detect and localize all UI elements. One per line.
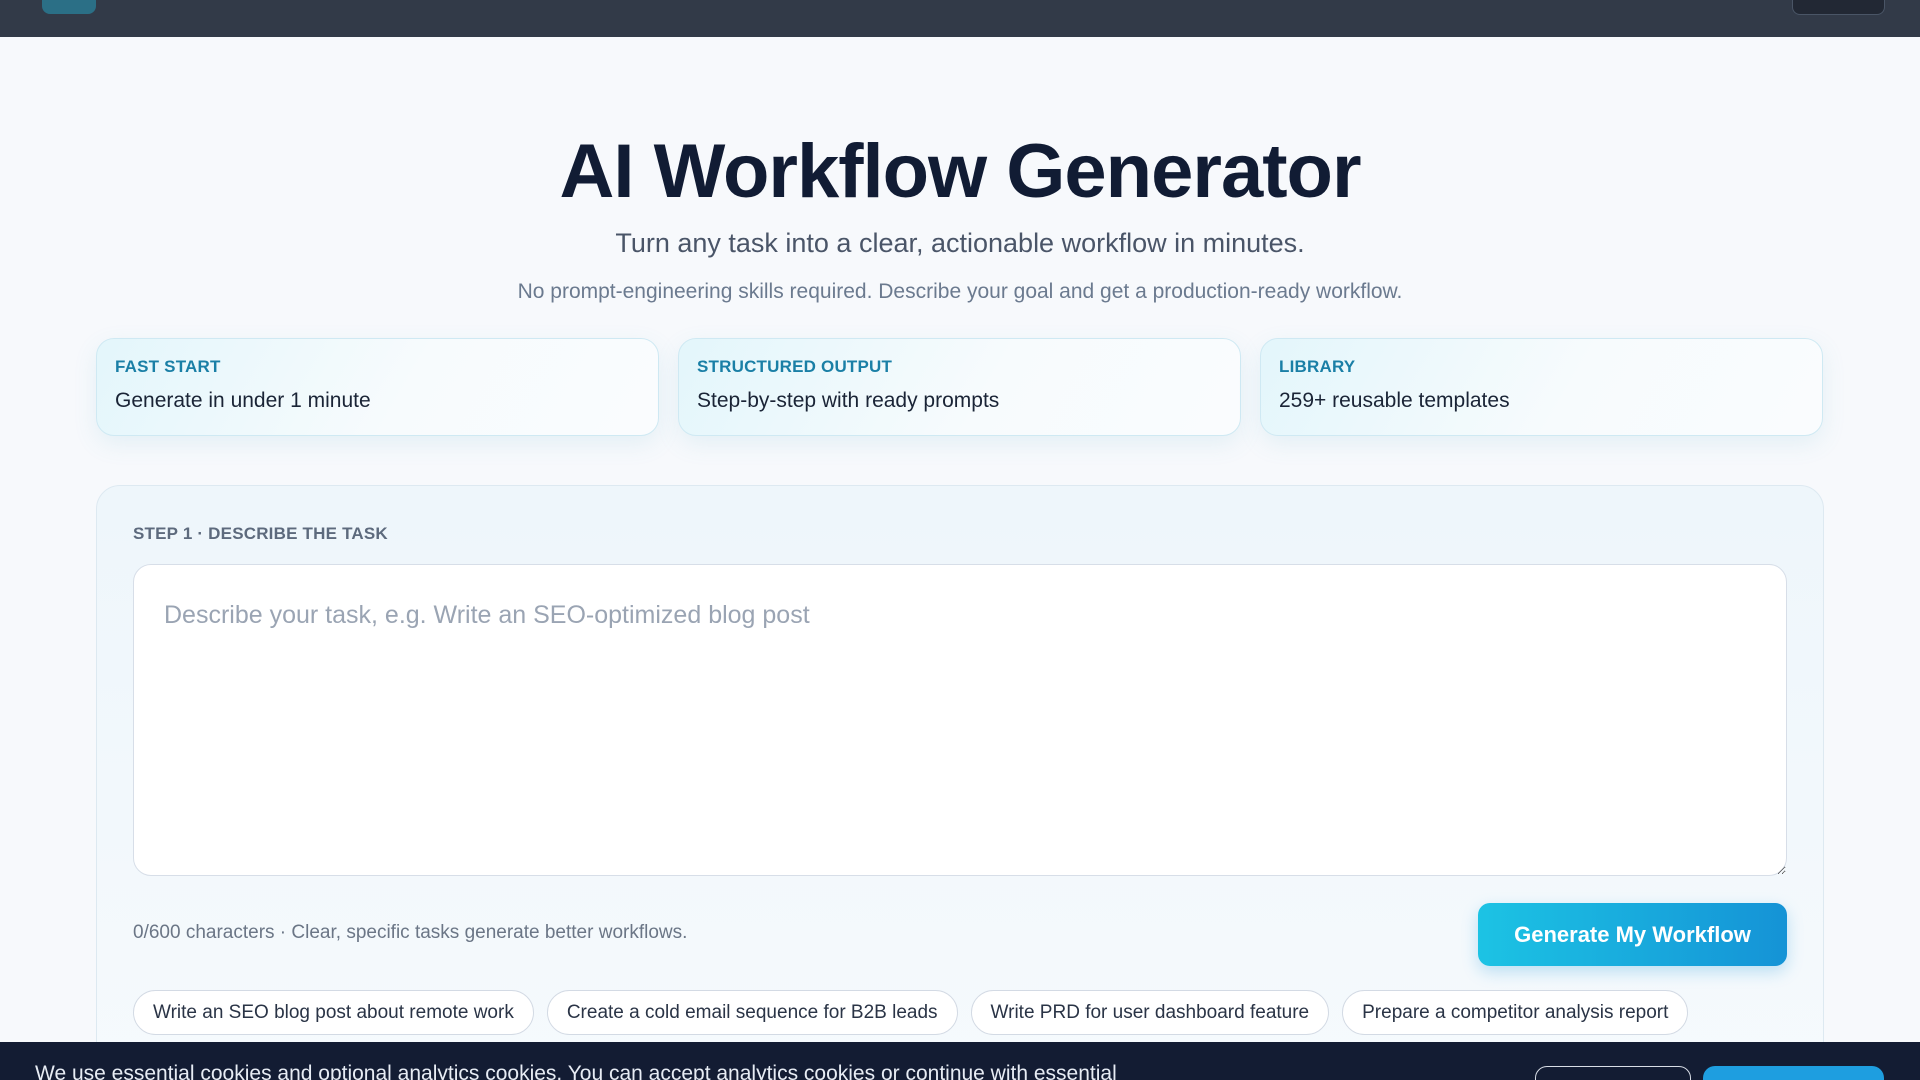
- cookie-essential-button[interactable]: [1535, 1066, 1691, 1080]
- feature-tag: FAST START: [115, 357, 221, 376]
- character-count-hint: 0/600 characters · Clear, specific tasks…: [133, 922, 688, 943]
- task-description-input[interactable]: [133, 564, 1787, 876]
- top-navigation-bar: [0, 0, 1920, 37]
- example-chip-prd[interactable]: Write PRD for user dashboard feature: [970, 990, 1330, 1035]
- cookie-accept-button[interactable]: [1703, 1066, 1884, 1080]
- step-label: STEP 1 · DESCRIBE THE TASK: [133, 524, 388, 543]
- example-chip-seo-blog[interactable]: Write an SEO blog post about remote work: [133, 990, 534, 1035]
- example-chip-cold-email[interactable]: Create a cold email sequence for B2B lea…: [546, 990, 958, 1035]
- example-chip-competitor-analysis[interactable]: Prepare a competitor analysis report: [1342, 990, 1689, 1035]
- cookie-banner-text: We use essential cookies and optional an…: [35, 1062, 1117, 1080]
- feature-text: Step-by-step with ready prompts: [697, 389, 1000, 412]
- feature-tag: STRUCTURED OUTPUT: [697, 357, 893, 376]
- feature-card-library: LIBRARY 259+ reusable templates: [1260, 338, 1823, 436]
- logo-icon[interactable]: [42, 0, 96, 14]
- generate-workflow-button[interactable]: Generate My Workflow: [1478, 903, 1787, 966]
- page-subtitle: Turn any task into a clear, actionable w…: [615, 228, 1305, 258]
- top-nav-action-button[interactable]: [1792, 0, 1885, 15]
- feature-card-fast-start: FAST START Generate in under 1 minute: [96, 338, 659, 436]
- feature-text: 259+ reusable templates: [1279, 389, 1510, 412]
- feature-text: Generate in under 1 minute: [115, 389, 371, 412]
- page-note: No prompt-engineering skills required. D…: [517, 280, 1403, 303]
- cookie-banner: We use essential cookies and optional an…: [0, 1042, 1920, 1080]
- example-chips: Write an SEO blog post about remote work…: [133, 990, 1689, 1035]
- feature-card-structured-output: STRUCTURED OUTPUT Step-by-step with read…: [678, 338, 1241, 436]
- page-title: AI Workflow Generator: [559, 129, 1361, 214]
- feature-tag: LIBRARY: [1279, 357, 1356, 376]
